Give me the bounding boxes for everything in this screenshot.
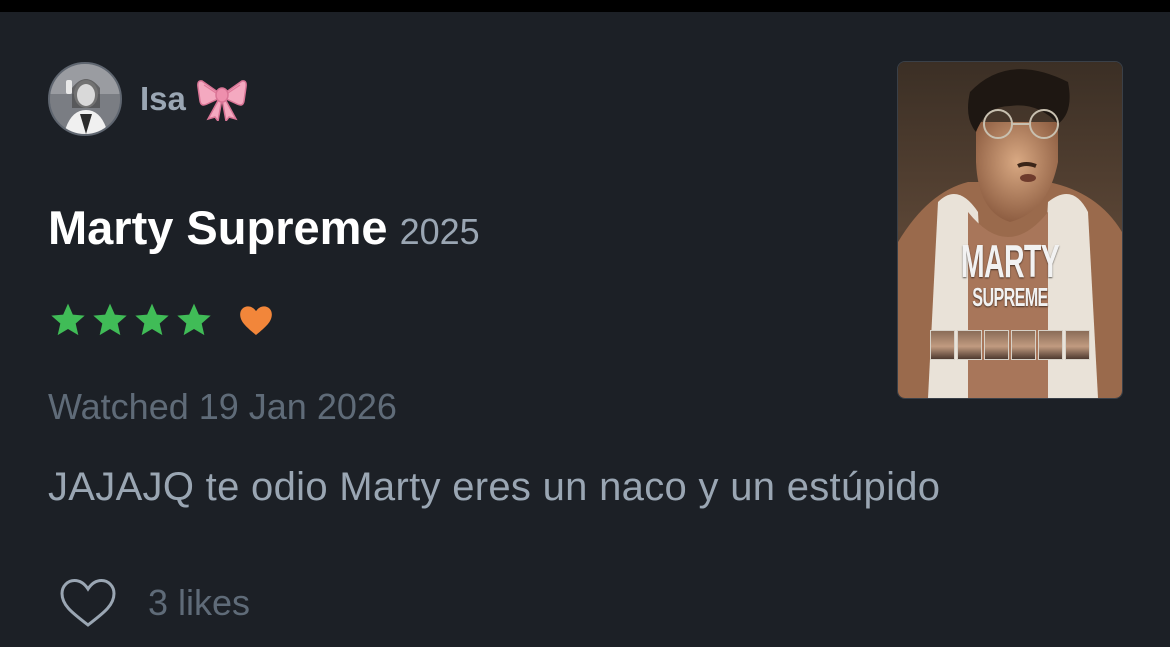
review-author[interactable]: Isa (48, 61, 248, 137)
rating (48, 298, 276, 342)
watched-date: Watched 19 Jan 2026 (48, 386, 397, 427)
star-icon (135, 303, 169, 336)
likes-count[interactable]: 3 likes (148, 582, 250, 624)
film-poster[interactable]: MARTY SUPREME (897, 61, 1123, 399)
cast-face (1011, 330, 1036, 360)
film-title[interactable]: Marty Supreme (48, 200, 388, 255)
username[interactable]: Isa (140, 77, 248, 123)
poster-title-line1: MARTY (960, 235, 1060, 287)
review-text: JAJAJQ te odio Marty eres un naco y un e… (48, 465, 941, 509)
username-text[interactable]: Isa (140, 80, 186, 118)
top-edge (0, 0, 1170, 12)
cast-face (957, 330, 982, 360)
liked-heart-icon (240, 306, 272, 335)
star-icon (93, 303, 127, 336)
heart-outline-icon[interactable] (58, 577, 118, 629)
review-card: Isa Marty Supreme 2025 Watched 19 Jan 20… (0, 12, 1170, 647)
poster-cast-strip (930, 330, 1090, 360)
star-icon (177, 303, 211, 336)
film-heading[interactable]: Marty Supreme 2025 (48, 200, 480, 255)
avatar[interactable] (48, 62, 122, 136)
cast-face (1038, 330, 1063, 360)
cast-face (1065, 330, 1090, 360)
star-icon (51, 303, 85, 336)
likes-row: 3 likes (58, 577, 250, 629)
film-year[interactable]: 2025 (400, 211, 480, 253)
poster-title-line2: SUPREME (972, 282, 1048, 312)
ribbon-bow-icon (196, 77, 248, 123)
cast-face (930, 330, 955, 360)
cast-face (984, 330, 1009, 360)
